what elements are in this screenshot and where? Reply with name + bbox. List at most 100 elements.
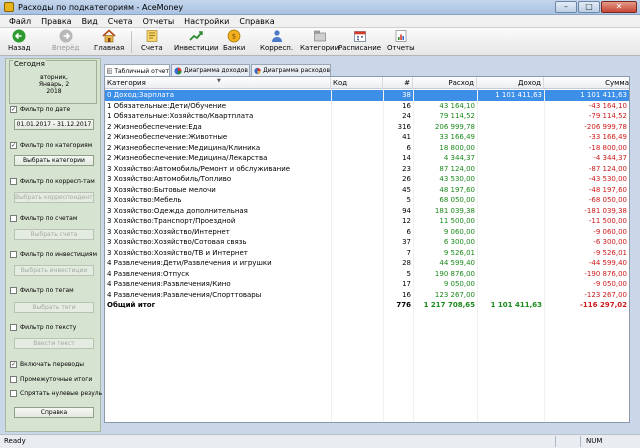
table-row[interactable]: 3 Хозяйство:Мебель 5 68 050,00 -68 050,00 xyxy=(105,195,629,206)
filter-investments-checkbox[interactable]: Фильтр по инвестициям xyxy=(10,250,97,259)
close-button[interactable]: ✕ xyxy=(601,1,637,13)
table-row[interactable]: 2 Жизнеобеспечение:Медицина/Лекарства 14 4… xyxy=(105,153,629,164)
report-grid[interactable]: Категория ▼ Код # Расход Доход Сумма 0 Д… xyxy=(104,76,630,423)
menu-reports[interactable]: Отчеты xyxy=(138,17,180,26)
banks-button[interactable]: $ Банки xyxy=(223,29,245,55)
cell-count: 16 xyxy=(402,290,411,299)
correspondents-button[interactable]: Корресп. xyxy=(260,29,293,55)
header-code[interactable]: Код xyxy=(331,77,383,89)
cell-count: 45 xyxy=(402,185,411,194)
forward-arrow-icon xyxy=(58,29,73,43)
tab-expense-chart[interactable]: Диаграмма расходов xyxy=(251,64,331,76)
cell-category: 3 Хозяйство:Мебель xyxy=(107,196,182,204)
checkbox[interactable] xyxy=(10,324,17,331)
checkbox[interactable] xyxy=(10,215,17,222)
toolbar: Назад Вперёд Главная Счета Инвестиции $ … xyxy=(0,28,640,56)
hide-zero-checkbox[interactable]: Спрятать нулевые резуль xyxy=(10,389,102,398)
cell-count: 17 xyxy=(402,280,411,288)
forward-button[interactable]: Вперёд xyxy=(52,29,79,55)
filter-text-checkbox[interactable]: Фильтр по тексту xyxy=(10,323,76,332)
enter-text-button[interactable]: Ввести текст xyxy=(14,338,94,349)
table-row[interactable]: 4 Развлечения:Развлечения/Кино 17 9 050,00… xyxy=(105,279,629,290)
cell-income xyxy=(477,195,544,206)
table-row[interactable]: 3 Хозяйство:Одежда дополнительная 94 181 0… xyxy=(105,206,629,217)
checkbox[interactable] xyxy=(10,287,17,294)
table-row[interactable]: 3 Хозяйство:Автомобиль/Топливо 26 43 530,0… xyxy=(105,174,629,185)
choose-tags-button[interactable]: Выбрать теги xyxy=(14,302,94,313)
categories-button[interactable]: Категории xyxy=(300,29,339,55)
cell-income xyxy=(477,269,544,280)
checkbox[interactable] xyxy=(10,251,17,258)
table-row[interactable]: 1 Обязательные:Хозяйство/Квартплата 24 79 … xyxy=(105,111,629,122)
table-row[interactable]: 0 Доход:Зарплата 38 1 101 411,63 1 101 411,… xyxy=(105,90,629,101)
accounts-button[interactable]: Счета xyxy=(141,29,163,55)
checkbox[interactable]: ✓ xyxy=(10,142,17,149)
schedule-button[interactable]: Расписание xyxy=(338,29,381,55)
table-row[interactable]: 3 Хозяйство:Хозяйство/Сотовая связь 37 6 3… xyxy=(105,237,629,248)
menu-help[interactable]: Справка xyxy=(234,17,279,26)
column-divider xyxy=(413,89,414,422)
menu-view[interactable]: Вид xyxy=(77,17,103,26)
window-title: Расходы по подкатегориям - AceMoney xyxy=(18,2,184,12)
filter-tags-checkbox[interactable]: Фильтр по тегам xyxy=(10,286,74,295)
cell-code xyxy=(331,164,383,175)
cell-expense: 9 060,00 xyxy=(443,227,475,236)
reports-button[interactable]: Отчеты xyxy=(387,29,415,55)
menu-accounts[interactable]: Счета xyxy=(103,17,138,26)
cell-code xyxy=(331,143,383,154)
choose-correspondents-button[interactable]: Выбрать корреспондентов xyxy=(14,192,94,203)
table-row[interactable]: 3 Хозяйство:Автомобиль/Ремонт и обслужив… xyxy=(105,164,629,175)
cell-income xyxy=(477,111,544,122)
header-expense[interactable]: Расход xyxy=(413,77,477,89)
table-row[interactable]: 3 Хозяйство:Бытовые мелочи 45 48 197,60 -48… xyxy=(105,185,629,196)
subtotals-checkbox[interactable]: Промежуточные итоги xyxy=(10,375,92,384)
tab-income-chart[interactable]: Диаграмма доходов xyxy=(171,64,250,76)
choose-investments-button[interactable]: Выбрать инвестиции xyxy=(14,265,94,276)
help-button[interactable]: Справка xyxy=(14,407,94,418)
cell-code xyxy=(331,185,383,196)
cell-expense: 68 050,00 xyxy=(439,196,475,204)
total-row[interactable]: Общий итог 776 1 217 708,65 1 101 411,63 -11… xyxy=(105,300,629,311)
checkbox[interactable] xyxy=(10,390,17,397)
investments-button[interactable]: Инвестиции xyxy=(174,29,219,55)
table-row[interactable]: 4 Развлечения:Дети/Развлечения и игрушки… xyxy=(105,258,629,269)
table-row[interactable]: 2 Жизнеобеспечение:Еда 316 206 999,78 -206 … xyxy=(105,122,629,133)
menu-file[interactable]: Файл xyxy=(4,17,36,26)
table-row[interactable]: 4 Развлечения:Отпуск 5 190 876,00 -190 876,… xyxy=(105,269,629,280)
header-count[interactable]: # xyxy=(383,77,413,89)
cell-expense: 11 500,00 xyxy=(439,217,475,225)
checkbox[interactable] xyxy=(10,376,17,383)
menu-settings[interactable]: Настройки xyxy=(179,17,234,26)
table-row[interactable]: 1 Обязательные:Дети/Обучение 16 43 164,10 -… xyxy=(105,101,629,112)
filter-date-checkbox[interactable]: ✓ Фильтр по дате xyxy=(10,105,70,114)
table-row[interactable]: 2 Жизнеобеспечение:Медицина/Клиника 6 18 8… xyxy=(105,143,629,154)
table-row[interactable]: 4 Развлечения:Развлечения/Спорттовары 16 1… xyxy=(105,290,629,301)
include-transfers-checkbox[interactable]: ✓ Включать переводы xyxy=(10,360,84,369)
home-button[interactable]: Главная xyxy=(94,29,124,55)
cell-sum: -116 297,02 xyxy=(580,301,627,309)
cell-count: 5 xyxy=(406,269,411,278)
header-sum[interactable]: Сумма xyxy=(544,77,629,89)
choose-accounts-button[interactable]: Выбрать счета xyxy=(14,229,94,240)
cell-sum: -123 267,00 xyxy=(584,290,627,299)
checkbox[interactable]: ✓ xyxy=(10,106,17,113)
cell-code xyxy=(331,174,383,185)
minimize-button[interactable]: – xyxy=(555,1,577,13)
filter-correspondents-checkbox[interactable]: Фильтр по корресп-там xyxy=(10,177,95,186)
table-row[interactable]: 2 Жизнеобеспечение:Животные 41 33 166,49 -3… xyxy=(105,132,629,143)
checkbox[interactable]: ✓ xyxy=(10,361,17,368)
table-row[interactable]: 3 Хозяйство:Транспорт/Проездной 12 11 500,… xyxy=(105,216,629,227)
table-row[interactable]: 3 Хозяйство:Хозяйство/ТВ и Интернет 7 9 52… xyxy=(105,248,629,259)
filter-categories-checkbox[interactable]: ✓ Фильтр по категориям xyxy=(10,141,92,150)
cell-sum: -6 300,00 xyxy=(593,238,627,246)
date-range-button[interactable]: 01.01.2017 - 31.12.2017 xyxy=(14,119,94,130)
header-category[interactable]: Категория ▼ xyxy=(105,77,331,89)
maximize-button[interactable]: □ xyxy=(578,1,600,13)
table-row[interactable]: 3 Хозяйство:Хозяйство/Интернет 6 9 060,00 -… xyxy=(105,227,629,238)
menu-edit[interactable]: Правка xyxy=(36,17,76,26)
choose-categories-button[interactable]: Выбрать категории xyxy=(14,155,94,166)
filter-accounts-checkbox[interactable]: Фильтр по счетам xyxy=(10,214,77,223)
checkbox[interactable] xyxy=(10,178,17,185)
back-button[interactable]: Назад xyxy=(8,29,30,55)
header-income[interactable]: Доход xyxy=(477,77,544,89)
